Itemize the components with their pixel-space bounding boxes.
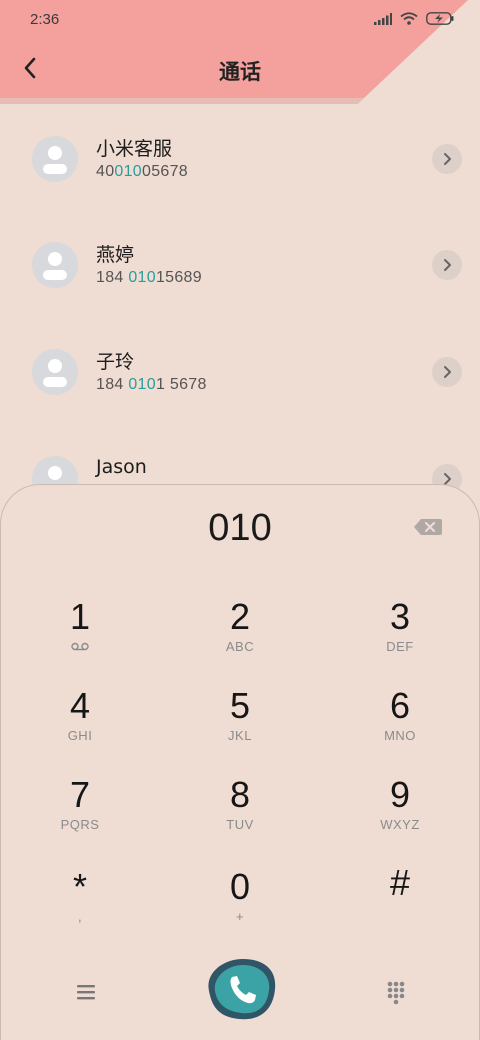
- contact-number: 4001005678: [96, 163, 189, 180]
- contact-name: Jason: [96, 456, 147, 478]
- phone-icon: [208, 959, 276, 1020]
- contact-detail-button[interactable]: [432, 357, 462, 387]
- number-match: 010: [128, 376, 156, 393]
- key-9[interactable]: 9 WXYZ: [325, 775, 475, 855]
- status-icons: [374, 12, 454, 25]
- key-1[interactable]: 1: [5, 597, 155, 677]
- contact-number: 184 0101 5678: [96, 376, 207, 393]
- key-7[interactable]: 7 PQRS: [5, 775, 155, 855]
- title-bar: 通话: [0, 44, 480, 96]
- menu-button[interactable]: [69, 975, 103, 1009]
- menu-icon: [77, 985, 95, 1000]
- key-4[interactable]: 4 GHI: [5, 686, 155, 766]
- chevron-right-icon: [444, 366, 451, 378]
- backspace-button[interactable]: [413, 517, 445, 539]
- dialpad-toggle-button[interactable]: [379, 975, 413, 1009]
- contact-name: 子玲: [96, 351, 135, 373]
- battery-charging-icon: [426, 12, 454, 25]
- number-match: 010: [114, 163, 143, 180]
- wifi-icon: [400, 12, 418, 25]
- key-3[interactable]: 3 DEF: [325, 597, 475, 677]
- contact-detail-button[interactable]: [432, 250, 462, 280]
- contact-name: 小米客服: [96, 138, 173, 160]
- call-button[interactable]: [201, 955, 281, 1025]
- contact-row[interactable]: 燕婷 184 01015689: [0, 210, 480, 316]
- avatar: [32, 136, 78, 182]
- dialpad-panel: 010 1 2 ABC 3 DEF 4 GHI 5 JKL 6 MNO 7 PQ…: [0, 484, 480, 1040]
- contact-detail-button[interactable]: [432, 144, 462, 174]
- avatar: [32, 349, 78, 395]
- page-title: 通话: [219, 60, 261, 84]
- key-hash[interactable]: #: [325, 863, 475, 943]
- key-2[interactable]: 2 ABC: [165, 597, 315, 677]
- status-time: 2:36: [30, 11, 60, 28]
- avatar: [32, 242, 78, 288]
- key-star[interactable]: * ,: [5, 867, 155, 947]
- dial-input-display: 010: [208, 507, 272, 549]
- number-match: 010: [128, 269, 156, 286]
- contact-name: 燕婷: [96, 244, 135, 266]
- contact-number: 184 01015689: [96, 269, 202, 286]
- backspace-icon: [414, 519, 442, 535]
- signal-icon: [374, 12, 392, 25]
- chevron-right-icon: [444, 259, 451, 271]
- chevron-right-icon: [444, 153, 451, 165]
- key-0[interactable]: 0 +: [165, 867, 315, 947]
- dialpad-bottom-bar: [1, 955, 480, 1035]
- dialpad-grid-icon: [387, 981, 405, 1005]
- status-bar: 2:36: [0, 0, 480, 40]
- contact-row[interactable]: 子玲 184 0101 5678: [0, 317, 480, 423]
- key-5[interactable]: 5 JKL: [165, 686, 315, 766]
- contact-row[interactable]: 小米客服 4001005678: [0, 104, 480, 210]
- key-6[interactable]: 6 MNO: [325, 686, 475, 766]
- header: 2:36 通话: [0, 0, 480, 104]
- key-8[interactable]: 8 TUV: [165, 775, 315, 855]
- voicemail-icon: [5, 639, 155, 655]
